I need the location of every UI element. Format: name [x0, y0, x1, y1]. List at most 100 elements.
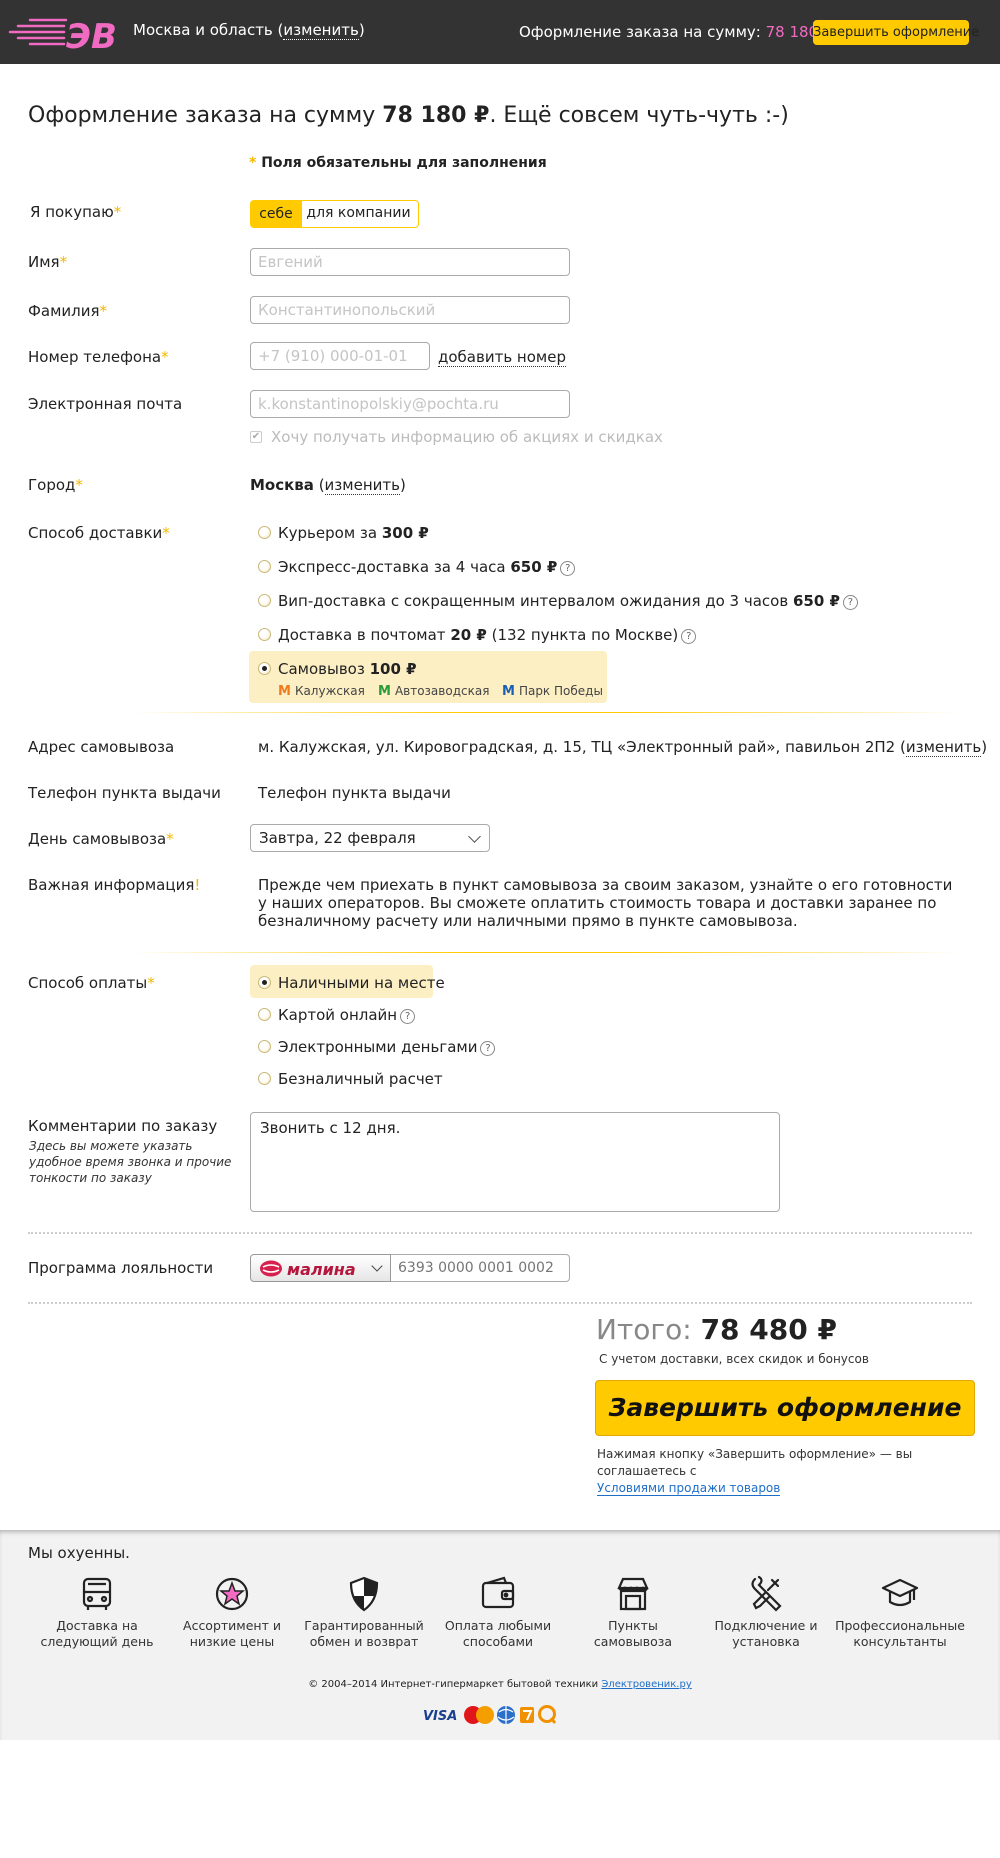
- payment-emoney-radio[interactable]: [258, 1040, 271, 1053]
- page-title-sum: 78 180 ₽: [382, 103, 490, 128]
- last-name-input[interactable]: [250, 296, 570, 324]
- payment-option-card[interactable]: Картой онлайн?: [278, 1006, 416, 1024]
- pickup-day-select[interactable]: Завтра, 22 февраля: [250, 824, 490, 852]
- metro-station-name: Калужская: [294, 684, 365, 698]
- phone-label: Номер телефона*: [28, 348, 169, 366]
- buyer-company-toggle[interactable]: для компании: [298, 200, 419, 228]
- header-finish-button[interactable]: Завершить оформление: [813, 20, 979, 45]
- feature-delivery[interactable]: Доставка на следующий день: [32, 1574, 162, 1650]
- feature-pickup-points[interactable]: Пункты самовывоза: [568, 1574, 698, 1650]
- section-divider: [130, 712, 960, 713]
- help-icon[interactable]: ?: [681, 629, 697, 644]
- delivery-label: Способ доставки*: [28, 524, 170, 542]
- city-label-text: Город: [28, 476, 76, 494]
- delivery-option-express[interactable]: Экспресс-доставка за 4 часа 650 ₽?: [278, 558, 576, 576]
- email-input[interactable]: [250, 390, 570, 418]
- important-mark: !: [194, 876, 201, 894]
- first-name-input[interactable]: [250, 248, 570, 276]
- subscribe-checkbox[interactable]: ✔: [250, 431, 262, 443]
- region-change-link[interactable]: изменить: [283, 21, 359, 40]
- yandex-money-icon: [520, 1707, 534, 1723]
- delivery-label-text: Способ доставки: [28, 524, 163, 542]
- agreement-text-body: Нажимая кнопку «Завершить оформление» — …: [597, 1447, 913, 1478]
- payment-card-radio[interactable]: [258, 1008, 271, 1021]
- feature-guarantee[interactable]: Гарантированный обмен и возврат: [299, 1574, 429, 1650]
- copyright-link[interactable]: Электровеник.ру: [601, 1679, 691, 1690]
- feature-assortment[interactable]: Ассортимент и низкие цены: [167, 1574, 297, 1650]
- delivery-option-postamat[interactable]: Доставка в почтомат 20 ₽ (132 пункта по …: [278, 626, 697, 644]
- loyalty-program-name: малина: [287, 1260, 356, 1279]
- pickup-address-change-link[interactable]: изменить: [905, 738, 982, 757]
- order-total-note: С учетом доставки, всех скидок и бонусов: [599, 1352, 869, 1366]
- feature-consultants[interactable]: Профессиональные консультанты: [835, 1574, 965, 1650]
- first-name-label-text: Имя: [28, 253, 60, 271]
- required-star: *: [59, 253, 68, 271]
- delivery-express-radio[interactable]: [258, 560, 271, 573]
- agreement-text: Нажимая кнопку «Завершить оформление» — …: [597, 1446, 987, 1497]
- add-phone-link[interactable]: добавить номер: [438, 348, 566, 367]
- order-total-label: Итого:: [596, 1313, 692, 1346]
- loyalty-label: Программа лояльности: [28, 1259, 214, 1277]
- loyalty-program-select[interactable]: малина: [250, 1254, 391, 1282]
- delivery-option-courier[interactable]: Курьером за 300 ₽: [278, 524, 429, 542]
- delivery-option-price: 300 ₽: [381, 524, 429, 542]
- delivery-pickup-radio[interactable]: [258, 662, 271, 675]
- buyer-label: Я покупаю*: [30, 203, 121, 221]
- pickup-phone-value: Телефон пункта выдачи: [258, 784, 451, 802]
- required-note: * Поля обязательны для заполнения: [249, 155, 547, 171]
- required-note-text: Поля обязательны для заполнения: [261, 155, 547, 171]
- feature-label: Оплата любыми способами: [444, 1618, 552, 1649]
- feature-label: Профессиональные консультанты: [835, 1618, 965, 1649]
- buyer-self-toggle[interactable]: себе: [250, 200, 302, 228]
- delivery-option-text: Экспресс-доставка за 4 часа: [278, 558, 511, 576]
- delivery-option-price: 100 ₽: [369, 660, 417, 678]
- sale-terms-link[interactable]: Условиями продажи товаров: [597, 1481, 781, 1496]
- required-star: *: [166, 830, 174, 848]
- delivery-option-pickup[interactable]: Самовывоз 100 ₽: [278, 660, 417, 678]
- metro-station-name: Парк Победы: [518, 684, 603, 698]
- svg-text:ЭВ: ЭВ: [66, 17, 116, 52]
- buyer-label-text: Я покупаю: [30, 203, 114, 221]
- payment-option-cash[interactable]: Наличными на месте: [278, 974, 445, 992]
- order-total: Итого: 78 480 ₽: [596, 1313, 837, 1346]
- loyalty-card-input[interactable]: [391, 1254, 570, 1282]
- feature-payment[interactable]: Оплата любыми способами: [433, 1574, 563, 1650]
- city-change-link[interactable]: изменить: [324, 476, 400, 495]
- shield-icon: [349, 1576, 379, 1612]
- delivery-option-price: 650 ₽: [792, 592, 840, 610]
- comment-textarea[interactable]: Звонить с 12 дня.: [250, 1112, 780, 1212]
- phone-input[interactable]: [250, 342, 430, 370]
- site-logo[interactable]: ЭВ: [8, 12, 116, 52]
- payment-option-emoney[interactable]: Электронными деньгами?: [278, 1038, 496, 1056]
- copyright: © 2004–2014 Интернет-гипермаркет бытовой…: [0, 1679, 1000, 1690]
- help-icon[interactable]: ?: [400, 1009, 416, 1024]
- delivery-option-text: Доставка в почтомат: [278, 626, 451, 644]
- pickup-address-value: м. Калужская, ул. Кировоградская, д. 15,…: [258, 738, 988, 757]
- help-icon[interactable]: ?: [560, 561, 576, 576]
- city-name: Москва: [250, 476, 314, 494]
- delivery-option-vip[interactable]: Вип-доставка с сокращенным интервалом ож…: [278, 592, 858, 610]
- delivery-option-text: Самовывоз: [278, 660, 370, 678]
- payment-cash-radio[interactable]: [258, 976, 271, 989]
- payment-label: Способ оплаты*: [28, 974, 155, 992]
- bus-icon: [82, 1577, 112, 1610]
- payment-option-cashless[interactable]: Безналичный расчет: [278, 1070, 443, 1088]
- delivery-courier-radio[interactable]: [258, 526, 271, 539]
- section-divider: [130, 952, 960, 953]
- delivery-vip-radio[interactable]: [258, 594, 271, 607]
- help-icon[interactable]: ?: [480, 1041, 496, 1056]
- dotted-divider: [28, 1232, 972, 1234]
- comment-label: Комментарии по заказу: [28, 1117, 218, 1135]
- help-icon[interactable]: ?: [842, 595, 858, 610]
- required-star: *: [75, 476, 83, 494]
- payment-cashless-radio[interactable]: [258, 1072, 271, 1085]
- feature-installation[interactable]: Подключение и установка: [701, 1574, 831, 1650]
- webmoney-icon: [497, 1706, 515, 1724]
- delivery-option-text: Курьером за: [278, 524, 382, 542]
- top-bar: ЭВ Москва и область (изменить) Оформлени…: [0, 0, 1000, 64]
- finish-order-button[interactable]: Завершить оформление: [595, 1380, 975, 1436]
- pickup-address-text: м. Калужская, ул. Кировоградская, д. 15,…: [258, 738, 896, 756]
- delivery-postamat-radio[interactable]: [258, 628, 271, 641]
- chevron-down-icon: [371, 1260, 383, 1272]
- subscribe-row: ✔ Хочу получать информацию об акциях и с…: [250, 428, 663, 446]
